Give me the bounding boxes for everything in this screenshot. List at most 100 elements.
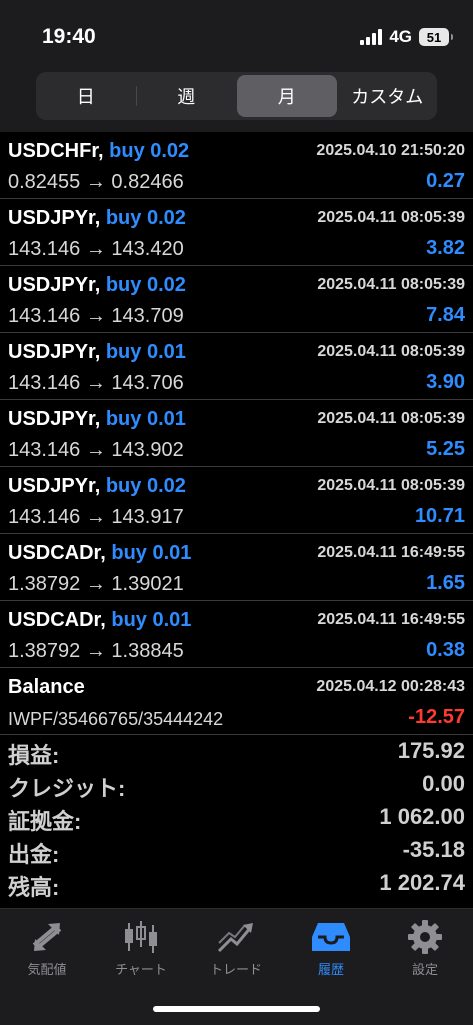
period-selector: 日 週 月 カスタム <box>36 72 437 120</box>
deal-side: buy 0.01 <box>105 341 186 363</box>
history-list: USDCHFr, buy 0.02 2025.04.10 21:50:20 0.… <box>0 132 473 735</box>
summary-value: 1 062.00 <box>379 804 465 829</box>
tab-quotes[interactable]: 気配値 <box>0 919 94 978</box>
deal-time: 2025.04.11 16:49:55 <box>317 544 465 561</box>
tab-chart[interactable]: チャート <box>94 919 188 978</box>
account-summary: 損益: 175.92 クレジット: 0.00 証拠金: 1 062.00 出金:… <box>0 734 473 900</box>
segment-custom[interactable]: カスタム <box>338 72 438 120</box>
segment-month[interactable]: 月 <box>237 75 337 117</box>
deal-prices: 143.146 → 143.706 <box>8 372 184 394</box>
summary-credit: クレジット: 0.00 <box>0 767 473 801</box>
deal-symbol-line: USDJPYr, buy 0.02 <box>8 475 186 498</box>
summary-label: 残高: <box>8 875 60 900</box>
deal-symbol-line: USDJPYr, buy 0.01 <box>8 341 186 364</box>
segment-week[interactable]: 週 <box>137 72 237 120</box>
deal-profit: 3.82 <box>426 237 465 259</box>
tab-settings[interactable]: 設定 <box>378 919 472 978</box>
deal-profit: 1.65 <box>426 572 465 594</box>
summary-profit: 損益: 175.92 <box>0 734 473 768</box>
deal-symbol: USDJPYr, <box>8 475 101 497</box>
balance-amount: -12.57 <box>408 706 465 728</box>
deal-time: 2025.04.11 08:05:39 <box>317 343 465 360</box>
summary-balance: 残高: 1 202.74 <box>0 866 473 900</box>
deal-symbol: USDJPYr, <box>8 207 101 229</box>
deal-symbol-line: USDCHFr, buy 0.02 <box>8 140 189 163</box>
tab-label: 履歴 <box>317 962 344 977</box>
deal-side: buy 0.01 <box>111 542 192 564</box>
home-indicator[interactable] <box>153 1006 320 1012</box>
segment-label: 週 <box>177 87 196 107</box>
deal-profit: 5.25 <box>426 438 465 460</box>
segment-label: カスタム <box>351 87 424 107</box>
deal-row[interactable]: USDJPYr, buy 0.02 2025.04.11 08:05:39 14… <box>0 467 473 534</box>
quotes-icon <box>32 923 62 951</box>
deal-prices: 1.38792 → 1.39021 <box>8 573 184 595</box>
deal-side: buy 0.02 <box>105 274 186 296</box>
summary-value: 0.00 <box>422 771 465 796</box>
deal-side: buy 0.02 <box>109 140 190 162</box>
deal-prices: 1.38792 → 1.38845 <box>8 640 184 662</box>
deal-time: 2025.04.11 08:05:39 <box>317 209 465 226</box>
tab-label: チャート <box>115 962 167 977</box>
balance-label: Balance <box>8 676 85 698</box>
battery-level: 51 <box>426 29 442 45</box>
deal-prices: 143.146 → 143.902 <box>8 439 184 461</box>
deal-prices: 0.82455 → 0.82466 <box>8 171 184 193</box>
deal-row[interactable]: USDCADr, buy 0.01 2025.04.11 16:49:55 1.… <box>0 601 473 668</box>
summary-value: 1 202.74 <box>379 870 465 895</box>
balance-comment: IWPF/35466765/35444242 <box>8 709 224 729</box>
deal-profit: 0.38 <box>426 639 465 661</box>
network-type: 4G <box>389 27 412 46</box>
segment-label: 日 <box>76 87 95 107</box>
deal-row[interactable]: USDJPYr, buy 0.02 2025.04.11 08:05:39 14… <box>0 199 473 266</box>
summary-label: 損益: <box>8 743 60 768</box>
history-icon <box>312 923 350 951</box>
deal-side: buy 0.01 <box>105 408 186 430</box>
summary-deposit: 証拠金: 1 062.00 <box>0 800 473 834</box>
battery-icon: 51 <box>419 28 453 46</box>
summary-withdrawal: 出金: -35.18 <box>0 833 473 867</box>
deal-prices: 143.146 → 143.917 <box>8 506 184 528</box>
deal-profit: 7.84 <box>426 304 465 326</box>
deal-row[interactable]: USDJPYr, buy 0.02 2025.04.11 08:05:39 14… <box>0 266 473 333</box>
segment-day[interactable]: 日 <box>36 72 136 120</box>
deal-profit: 10.71 <box>414 505 465 527</box>
deal-symbol-line: USDCADr, buy 0.01 <box>8 609 191 632</box>
top-bar: 19:40 4G 51 日 週 月 カスタム <box>0 0 473 132</box>
deal-side: buy 0.02 <box>105 475 186 497</box>
trade-icon <box>217 923 253 953</box>
deal-symbol-line: USDJPYr, buy 0.02 <box>8 274 186 297</box>
deal-symbol: USDJPYr, <box>8 274 101 296</box>
deal-prices: 143.146 → 143.709 <box>8 305 184 327</box>
tab-label: トレード <box>209 962 262 977</box>
status-indicators: 4G 51 <box>360 25 453 49</box>
deal-row[interactable]: USDCADr, buy 0.01 2025.04.11 16:49:55 1.… <box>0 534 473 601</box>
deal-time: 2025.04.11 08:05:39 <box>317 477 465 494</box>
deal-row[interactable]: USDCHFr, buy 0.02 2025.04.10 21:50:20 0.… <box>0 132 473 199</box>
summary-value: 175.92 <box>397 738 465 763</box>
deal-row[interactable]: USDJPYr, buy 0.01 2025.04.11 08:05:39 14… <box>0 333 473 400</box>
summary-label: 出金: <box>8 842 60 867</box>
summary-value: -35.18 <box>402 837 465 862</box>
deal-time: 2025.04.11 16:49:55 <box>317 611 465 628</box>
deal-time: 2025.04.11 08:05:39 <box>317 410 465 427</box>
deal-time: 2025.04.10 21:50:20 <box>316 142 465 159</box>
deal-prices: 143.146 → 143.420 <box>8 238 184 260</box>
deal-side: buy 0.02 <box>105 207 186 229</box>
tab-trade[interactable]: トレード <box>189 919 283 978</box>
signal-icon <box>360 29 383 45</box>
tab-label: 気配値 <box>27 962 67 977</box>
balance-time: 2025.04.12 00:28:43 <box>316 678 465 695</box>
deal-profit: 0.27 <box>426 170 465 192</box>
settings-icon <box>408 920 442 954</box>
deal-side: buy 0.01 <box>111 609 192 631</box>
deal-profit: 3.90 <box>426 371 465 393</box>
tab-history[interactable]: 履歴 <box>284 919 378 978</box>
status-time: 19:40 <box>42 25 96 48</box>
balance-row[interactable]: Balance 2025.04.12 00:28:43 IWPF/3546676… <box>0 668 473 735</box>
deal-symbol-line: USDCADr, buy 0.01 <box>8 542 191 565</box>
tab-label: 設定 <box>411 962 438 977</box>
deal-symbol: USDCADr, <box>8 609 106 631</box>
segment-label: 月 <box>277 87 296 107</box>
deal-row[interactable]: USDJPYr, buy 0.01 2025.04.11 08:05:39 14… <box>0 400 473 467</box>
